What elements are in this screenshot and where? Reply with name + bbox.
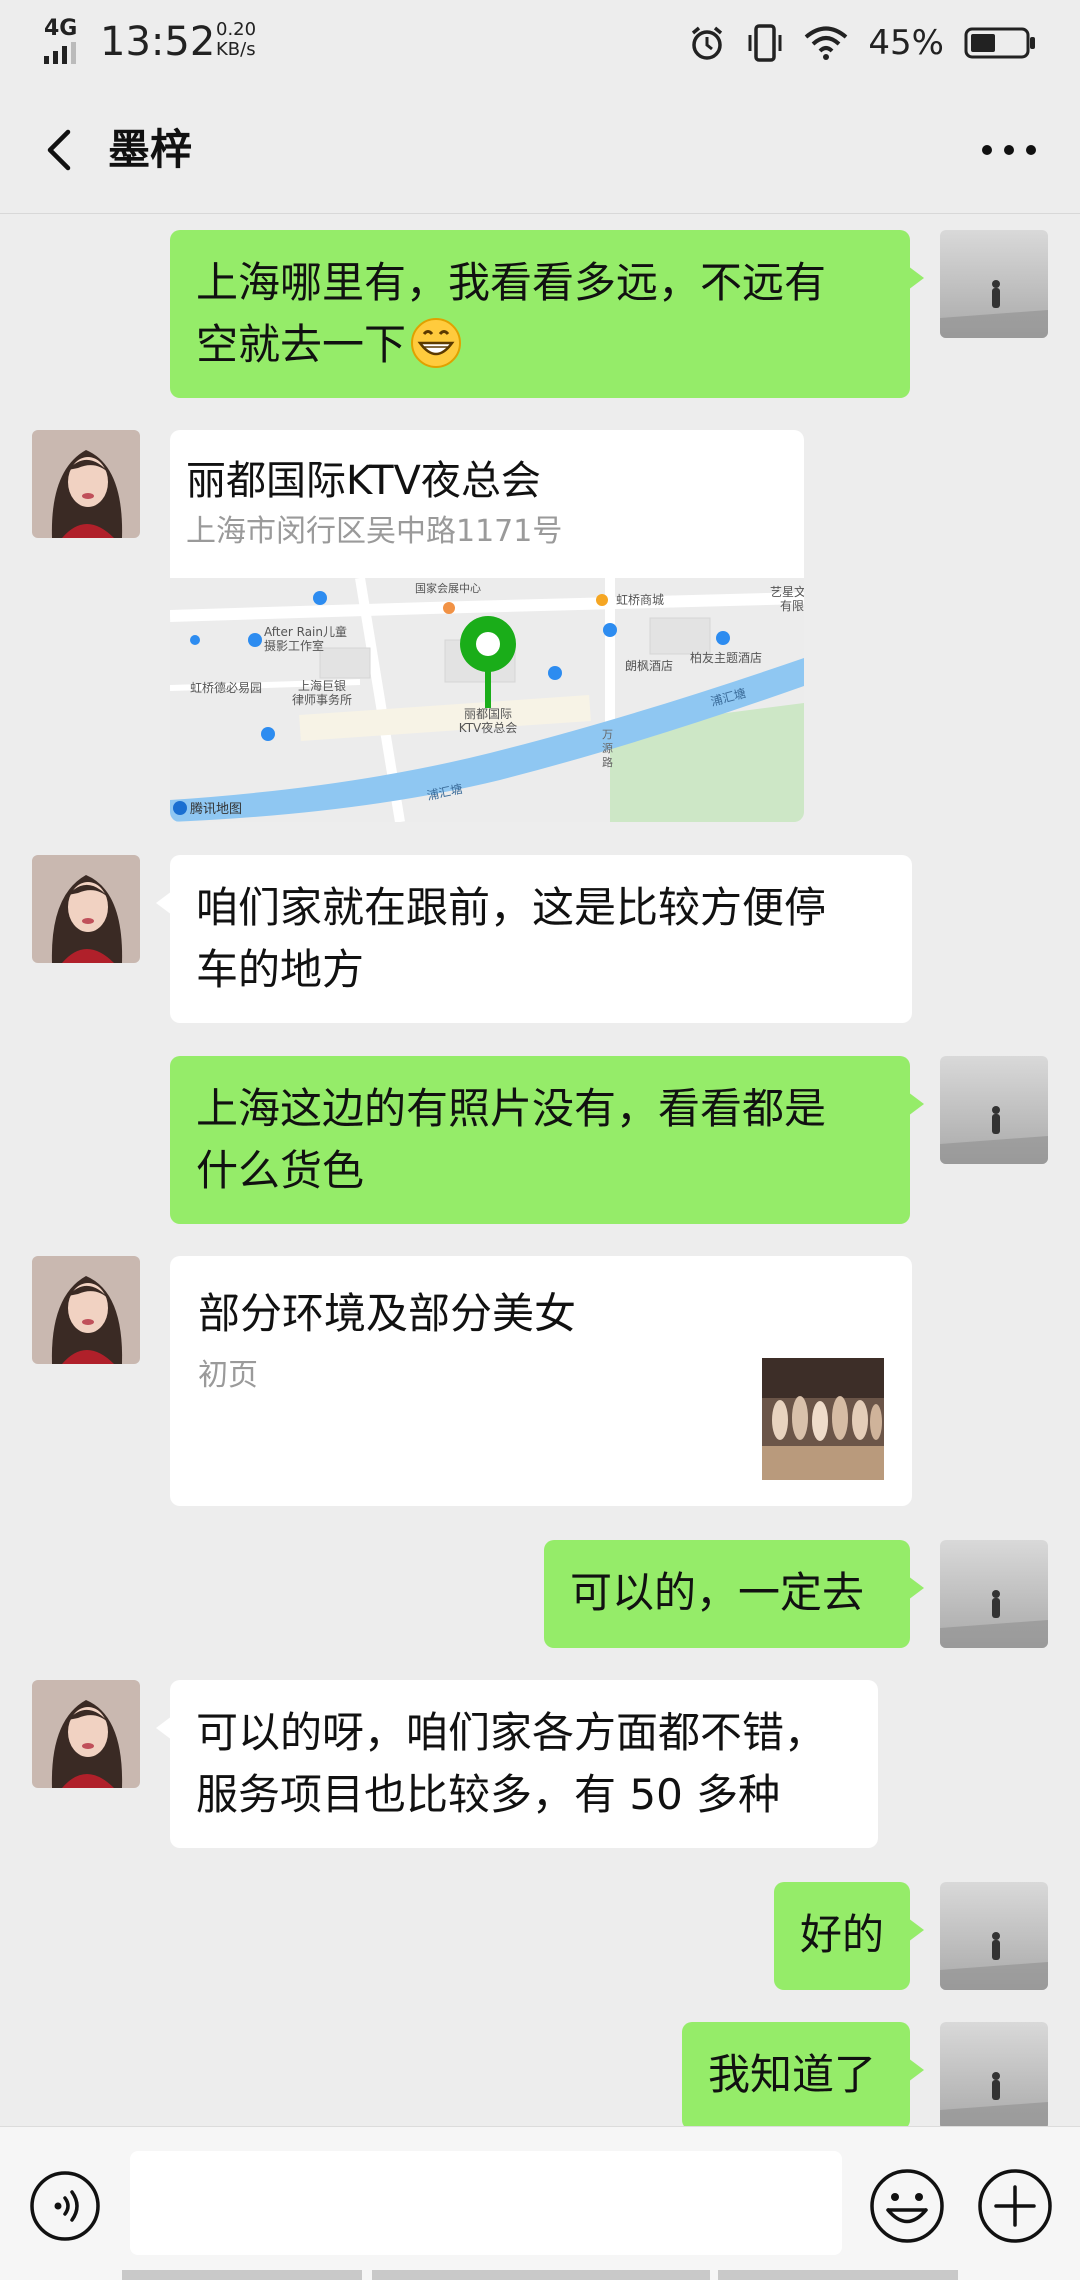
message-text-line2: 服务项目也比较多，有 50 多种 <box>196 1770 781 1819</box>
link-card[interactable]: 部分环境及部分美女 初页 <box>170 1256 912 1506</box>
message-text: 上海这边的有照片没有，看看都是 <box>196 1084 827 1133</box>
wifi-icon <box>805 26 848 60</box>
message-bubble-other[interactable]: 咱们家就在跟前，这是比较方便停 车的地方 <box>156 855 912 1023</box>
voice-icon[interactable] <box>28 2169 102 2243</box>
link-title: 部分环境及部分美女 <box>198 1289 577 1338</box>
avatar-self[interactable] <box>940 1056 1048 1164</box>
link-thumbnail-image <box>762 1358 884 1480</box>
foggy-person-avatar-icon <box>940 1882 1048 1990</box>
clock: 13:52 <box>100 19 216 65</box>
message-text: 可以的呀，咱们家各方面都不错， <box>196 1708 827 1757</box>
message-bubble-other[interactable]: 可以的呀，咱们家各方面都不错， 服务项目也比较多，有 50 多种 <box>156 1680 878 1848</box>
foggy-person-avatar-icon <box>940 2022 1048 2130</box>
avatar-self[interactable] <box>940 230 1048 338</box>
avatar-other[interactable] <box>32 1680 140 1788</box>
svg-text:朗枫酒店: 朗枫酒店 <box>625 658 673 673</box>
svg-text:腾讯地图: 腾讯地图 <box>190 801 242 817</box>
message-text: 咱们家就在跟前，这是比较方便停 <box>196 883 827 932</box>
network-indicator: 4G <box>44 16 80 64</box>
avatar-other[interactable] <box>32 1256 140 1364</box>
signal-icon <box>44 42 76 64</box>
svg-text:虹桥商城: 虹桥商城 <box>616 592 664 607</box>
svg-text:律师事务所: 律师事务所 <box>292 692 352 707</box>
message-text: 我知道了 <box>708 2050 877 2099</box>
svg-text:艺星文: 艺星文 <box>770 584 804 599</box>
chat-title: 墨梓 <box>108 125 193 174</box>
location-address: 上海市闵行区吴中路1171号 <box>186 514 563 549</box>
network-speed: 0.20 KB/s <box>216 20 256 60</box>
speed-unit: KB/s <box>216 39 256 60</box>
avatar-self[interactable] <box>940 1540 1048 1648</box>
more-dots-icon[interactable] <box>974 120 1044 180</box>
svg-text:虹桥德必易园: 虹桥德必易园 <box>190 680 262 695</box>
network-type: 4G <box>44 16 78 41</box>
message-bubble-self[interactable]: 上海哪里有，我看看多远，不远有 空就去一下 <box>170 230 924 398</box>
emoji-icon[interactable] <box>868 2167 946 2245</box>
keyboard-edge-strip <box>0 2268 1080 2280</box>
svg-text:万: 万 <box>602 728 613 741</box>
grinning-face-icon <box>411 318 462 368</box>
status-bar: 4G 13:52 0.20 KB/s 45% <box>0 0 1080 86</box>
location-name: 丽都国际KTV夜总会 <box>186 458 541 504</box>
svg-text:上海巨银: 上海巨银 <box>298 678 346 693</box>
avatar-other[interactable] <box>32 855 140 963</box>
message-text-line2: 空就去一下 <box>196 314 884 376</box>
plus-icon[interactable] <box>976 2167 1054 2245</box>
link-source: 初页 <box>198 1358 258 1393</box>
chat-header: 墨梓 <box>0 86 1080 214</box>
svg-text:有限: 有限 <box>780 599 804 613</box>
chevron-left-icon[interactable] <box>30 120 90 180</box>
message-bubble-self[interactable]: 可以的，一定去 <box>544 1540 924 1648</box>
foggy-person-avatar-icon <box>940 230 1048 338</box>
alarm-icon <box>692 26 723 60</box>
woman-avatar-icon <box>32 430 140 538</box>
svg-text:国家会展中心: 国家会展中心 <box>415 581 481 595</box>
svg-text:路: 路 <box>602 756 613 769</box>
svg-text:摄影工作室: 摄影工作室 <box>264 638 324 653</box>
message-text-line2: 什么货色 <box>196 1146 365 1195</box>
message-input[interactable] <box>130 2151 842 2255</box>
vibrate-icon <box>748 24 782 62</box>
woman-avatar-icon <box>32 1256 140 1364</box>
svg-text:丽都国际: 丽都国际 <box>464 707 512 721</box>
message-bubble-self[interactable]: 我知道了 <box>682 2022 924 2130</box>
svg-text:柏友主题酒店: 柏友主题酒店 <box>690 650 762 665</box>
woman-avatar-icon <box>32 855 140 963</box>
message-text: 可以的，一定去 <box>570 1568 865 1617</box>
avatar-other[interactable] <box>32 430 140 538</box>
svg-text:After Rain儿童: After Rain儿童 <box>264 624 347 639</box>
location-map[interactable]: 丽都国际 KTV夜总会 国家会展中心 虹桥商城 After Rain儿童 摄影工… <box>170 578 804 822</box>
message-text: 好的 <box>800 1910 885 1959</box>
status-icons: 45% <box>688 18 1036 68</box>
message-text: 上海哪里有，我看看多远，不远有 <box>196 258 827 307</box>
location-card[interactable]: 丽都国际KTV夜总会 上海市闵行区吴中路1171号 丽都国际 KTV夜总会 国家… <box>170 430 804 822</box>
battery-percent: 45% <box>868 23 944 63</box>
foggy-person-avatar-icon <box>940 1056 1048 1164</box>
message-bubble-self[interactable]: 好的 <box>774 1882 924 1990</box>
message-text-line2: 车的地方 <box>196 945 365 994</box>
message-bubble-self[interactable]: 上海这边的有照片没有，看看都是 什么货色 <box>170 1056 924 1224</box>
woman-avatar-icon <box>32 1680 140 1788</box>
svg-text:KTV夜总会: KTV夜总会 <box>459 720 517 735</box>
avatar-self[interactable] <box>940 1882 1048 1990</box>
speed-value: 0.20 <box>216 19 257 40</box>
battery-icon <box>964 27 1035 59</box>
input-bar <box>0 2126 1080 2280</box>
foggy-person-avatar-icon <box>940 1540 1048 1648</box>
svg-text:源: 源 <box>602 741 613 755</box>
avatar-self[interactable] <box>940 2022 1048 2130</box>
